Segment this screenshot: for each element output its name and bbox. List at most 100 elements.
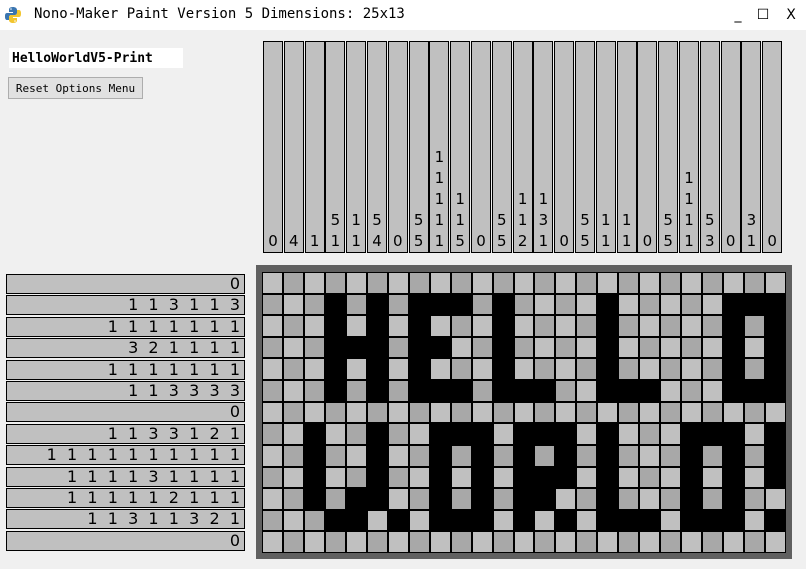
grid-cell[interactable] [577, 402, 597, 423]
grid-cell[interactable] [409, 467, 429, 488]
grid-cell[interactable] [493, 510, 513, 531]
grid-cell[interactable] [556, 273, 576, 293]
grid-cell[interactable] [304, 489, 324, 509]
grid-cell[interactable] [430, 424, 450, 444]
grid-cell[interactable] [682, 489, 702, 509]
grid-cell[interactable] [556, 424, 576, 444]
grid-cell[interactable] [661, 467, 681, 488]
grid-cell[interactable] [472, 489, 492, 509]
grid-cell[interactable] [430, 467, 450, 488]
grid-cell[interactable] [682, 445, 702, 466]
grid-cell[interactable] [472, 294, 492, 315]
grid-cell[interactable] [514, 359, 534, 380]
grid-cell[interactable] [535, 467, 555, 488]
grid-cell[interactable] [577, 510, 597, 531]
grid-cell[interactable] [724, 489, 744, 509]
grid-cell[interactable] [325, 510, 345, 531]
grid-cell[interactable] [388, 381, 408, 401]
grid-cell[interactable] [367, 489, 387, 509]
grid-cell[interactable] [388, 337, 408, 358]
grid-cell[interactable] [367, 273, 387, 293]
grid-cell[interactable] [409, 273, 429, 293]
grid-cell[interactable] [304, 381, 324, 401]
grid-cell[interactable] [640, 359, 660, 380]
grid-cell[interactable] [724, 294, 744, 315]
grid-cell[interactable] [556, 510, 576, 531]
grid-cell[interactable] [661, 402, 681, 423]
grid-cell[interactable] [346, 489, 366, 509]
grid-cell[interactable] [388, 510, 408, 531]
grid-cell[interactable] [304, 359, 324, 380]
grid-cell[interactable] [619, 337, 639, 358]
grid-cell[interactable] [493, 424, 513, 444]
grid-cell[interactable] [556, 316, 576, 336]
grid-cell[interactable] [304, 532, 324, 552]
grid-cell[interactable] [472, 424, 492, 444]
grid-cell[interactable] [766, 532, 785, 552]
grid-cell[interactable] [283, 359, 303, 380]
grid-cell[interactable] [640, 510, 660, 531]
grid-cell[interactable] [409, 489, 429, 509]
nonogram-grid[interactable] [262, 272, 786, 553]
grid-cell[interactable] [514, 467, 534, 488]
grid-cell[interactable] [535, 424, 555, 444]
grid-cell[interactable] [535, 381, 555, 401]
grid-cell[interactable] [346, 532, 366, 552]
grid-cell[interactable] [409, 337, 429, 358]
grid-cell[interactable] [598, 402, 618, 423]
grid-cell[interactable] [388, 467, 408, 488]
grid-cell[interactable] [682, 424, 702, 444]
grid-cell[interactable] [577, 381, 597, 401]
grid-cell[interactable] [766, 510, 785, 531]
grid-cell[interactable] [724, 532, 744, 552]
grid-cell[interactable] [766, 467, 785, 488]
grid-cell[interactable] [304, 316, 324, 336]
grid-cell[interactable] [577, 424, 597, 444]
grid-cell[interactable] [724, 359, 744, 380]
grid-cell[interactable] [283, 294, 303, 315]
grid-cell[interactable] [430, 510, 450, 531]
grid-cell[interactable] [346, 359, 366, 380]
grid-cell[interactable] [325, 337, 345, 358]
close-button[interactable]: X [780, 4, 802, 26]
grid-cell[interactable] [766, 273, 785, 293]
grid-cell[interactable] [263, 445, 282, 466]
grid-cell[interactable] [745, 316, 765, 336]
grid-cell[interactable] [514, 402, 534, 423]
grid-cell[interactable] [703, 402, 723, 423]
grid-cell[interactable] [346, 510, 366, 531]
grid-cell[interactable] [283, 402, 303, 423]
grid-cell[interactable] [724, 402, 744, 423]
grid-cell[interactable] [535, 294, 555, 315]
grid-cell[interactable] [430, 402, 450, 423]
grid-cell[interactable] [535, 316, 555, 336]
grid-cell[interactable] [535, 273, 555, 293]
grid-cell[interactable] [493, 532, 513, 552]
grid-cell[interactable] [661, 359, 681, 380]
grid-cell[interactable] [283, 381, 303, 401]
grid-cell[interactable] [263, 294, 282, 315]
grid-cell[interactable] [451, 273, 471, 293]
grid-cell[interactable] [409, 402, 429, 423]
grid-cell[interactable] [535, 489, 555, 509]
grid-cell[interactable] [535, 359, 555, 380]
grid-cell[interactable] [263, 510, 282, 531]
grid-cell[interactable] [472, 467, 492, 488]
grid-cell[interactable] [388, 489, 408, 509]
grid-cell[interactable] [745, 532, 765, 552]
grid-cell[interactable] [682, 532, 702, 552]
grid-cell[interactable] [409, 510, 429, 531]
grid-cell[interactable] [325, 532, 345, 552]
grid-cell[interactable] [451, 294, 471, 315]
grid-cell[interactable] [556, 359, 576, 380]
grid-cell[interactable] [263, 381, 282, 401]
grid-cell[interactable] [367, 424, 387, 444]
grid-cell[interactable] [430, 445, 450, 466]
grid-cell[interactable] [263, 316, 282, 336]
grid-cell[interactable] [514, 294, 534, 315]
grid-cell[interactable] [325, 381, 345, 401]
grid-cell[interactable] [388, 316, 408, 336]
grid-cell[interactable] [682, 381, 702, 401]
grid-cell[interactable] [409, 359, 429, 380]
puzzle-name-input[interactable] [8, 47, 184, 69]
